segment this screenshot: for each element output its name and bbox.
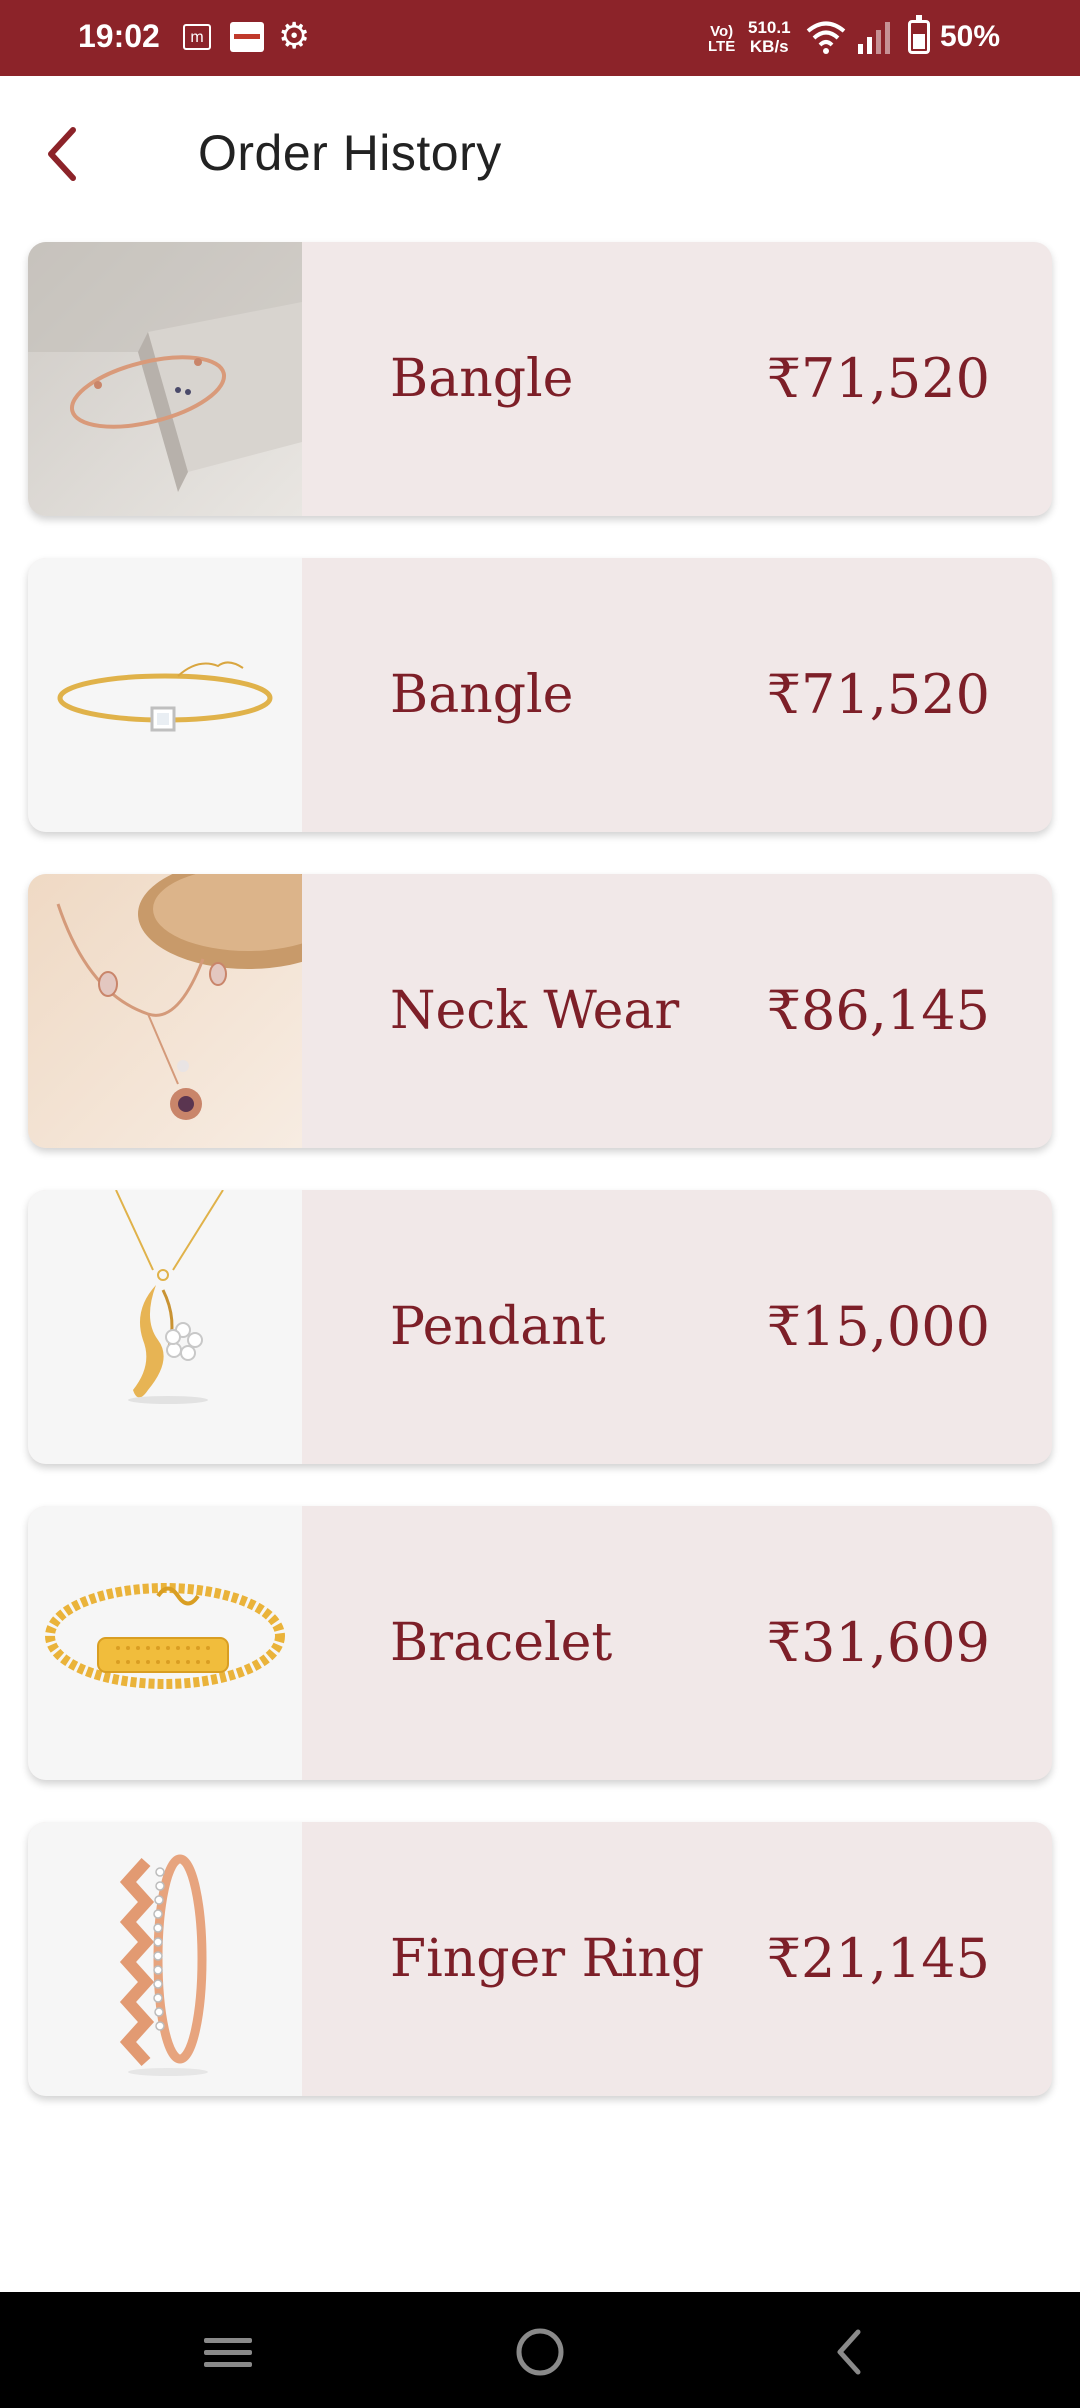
home-circle-icon bbox=[516, 2328, 564, 2376]
battery-percent: 50% bbox=[940, 20, 1001, 53]
network-speed-value: 510.1 bbox=[748, 18, 791, 37]
order-card[interactable]: Bangle ₹71,520 bbox=[28, 558, 1052, 832]
status-bar: 19:02 m ⚙ Vo) LTE 510.1 KB/s 50% bbox=[0, 0, 1080, 76]
page-title: Order History bbox=[198, 125, 502, 181]
menu-icon bbox=[204, 2338, 252, 2367]
app-notification-icon bbox=[230, 22, 264, 52]
network-speed: 510.1 KB/s bbox=[748, 18, 791, 56]
pendant-photo bbox=[28, 1190, 302, 1464]
system-nav-bar bbox=[0, 2292, 1080, 2408]
signal-icon bbox=[858, 22, 892, 59]
order-name: Finger Ring bbox=[390, 1929, 705, 1989]
order-price: ₹71,520 bbox=[766, 347, 990, 410]
nav-back-button[interactable] bbox=[820, 2322, 880, 2382]
chevron-left-icon bbox=[48, 127, 76, 181]
battery-icon bbox=[908, 15, 930, 54]
order-card[interactable]: Finger Ring ₹21,145 bbox=[28, 1822, 1052, 2096]
back-arrow-icon bbox=[837, 2329, 861, 2375]
order-name: Pendant bbox=[390, 1297, 606, 1357]
order-list: Bangle ₹71,520 Bangle ₹71,520 Neck Wear … bbox=[28, 242, 1052, 2138]
order-card[interactable]: Bracelet ₹31,609 bbox=[28, 1506, 1052, 1780]
wifi-icon bbox=[806, 20, 846, 59]
order-card[interactable]: Neck Wear ₹86,145 bbox=[28, 874, 1052, 1148]
order-name: Neck Wear bbox=[390, 981, 680, 1041]
app-m-notification-icon: m bbox=[183, 24, 211, 50]
order-price: ₹71,520 bbox=[766, 663, 990, 726]
bracelet-photo bbox=[28, 1506, 302, 1780]
home-button[interactable] bbox=[510, 2322, 570, 2382]
back-button[interactable] bbox=[30, 118, 92, 190]
status-time: 19:02 bbox=[78, 18, 160, 54]
order-card[interactable]: Pendant ₹15,000 bbox=[28, 1190, 1052, 1464]
order-card[interactable]: Bangle ₹71,520 bbox=[28, 242, 1052, 516]
network-speed-unit: KB/s bbox=[749, 37, 789, 56]
lte-label: LTE bbox=[708, 38, 736, 55]
order-name: Bracelet bbox=[390, 1613, 613, 1673]
recent-apps-button[interactable] bbox=[198, 2322, 258, 2382]
order-price: ₹15,000 bbox=[766, 1295, 990, 1358]
order-price: ₹31,609 bbox=[766, 1611, 990, 1674]
necklace-photo bbox=[28, 874, 302, 1148]
bangle-rose-gold-photo bbox=[28, 242, 302, 516]
order-price: ₹86,145 bbox=[766, 979, 990, 1042]
volte-icon: Vo) LTE bbox=[708, 24, 735, 54]
order-name: Bangle bbox=[390, 349, 574, 409]
bangle-gold-photo bbox=[28, 558, 302, 832]
settings-notification-icon: ⚙ bbox=[278, 15, 311, 56]
order-price: ₹21,145 bbox=[766, 1927, 990, 1990]
finger-ring-photo bbox=[28, 1822, 302, 2096]
order-name: Bangle bbox=[390, 665, 574, 725]
